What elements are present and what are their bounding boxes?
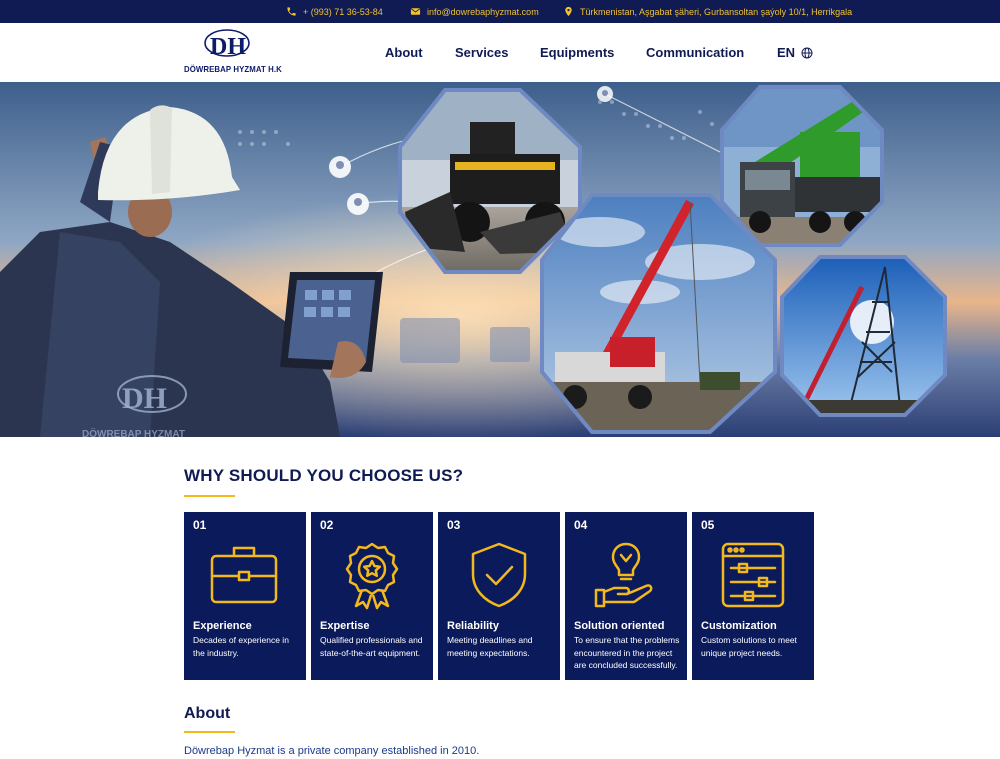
logo-brand-text: DÖWREBAP HYZMAT H.K (184, 64, 282, 74)
address-text: Türkmenistan, Aşgabat şäheri, Gurbansolt… (580, 6, 853, 17)
globe-icon (801, 47, 813, 58)
site-header: DH DÖWREBAP HYZMAT H.K About Services Eq… (0, 23, 1000, 82)
nav-communication[interactable]: Communication (646, 23, 744, 82)
card-description: Meeting deadlines and meeting expectatio… (447, 635, 533, 658)
card-description: Qualified professionals and state-of-the… (320, 635, 423, 658)
card-title: Solution oriented (574, 620, 665, 632)
address-contact[interactable]: Türkmenistan, Aşgabat şäheri, Gurbansolt… (563, 0, 852, 23)
about-text: Döwrebap Hyzmat is a private company est… (184, 745, 480, 757)
email-contact[interactable]: info@dowrebaphyzmat.com (410, 0, 539, 23)
card-title: Reliability (447, 620, 499, 632)
phone-icon (287, 7, 296, 16)
photo-red-crane (542, 195, 775, 432)
nav-about[interactable]: About (385, 23, 423, 82)
language-label: EN (777, 45, 796, 60)
photo-transmission-tower (782, 257, 945, 415)
settings-sliders-icon (721, 542, 785, 608)
card-description: Custom solutions to meet unique project … (701, 635, 797, 658)
language-selector[interactable]: EN (777, 23, 813, 82)
company-logo[interactable]: DH DÖWREBAP HYZMAT H.K (184, 27, 282, 75)
card-number: 03 (447, 518, 461, 532)
hero-banner: DH DÖWREBAP HYZMAT (0, 82, 1000, 437)
photo-green-crane-truck (722, 87, 882, 245)
card-title: Expertise (320, 620, 370, 632)
location-pin-icon (565, 6, 572, 17)
shirt-logo-text: DÖWREBAP HYZMAT (82, 427, 185, 437)
award-ribbon-icon (345, 542, 399, 610)
shirt-logo-monogram: DH (122, 382, 167, 415)
logo-monogram-text: DH (210, 34, 246, 60)
card-title: Customization (701, 620, 777, 632)
about-title: About (184, 705, 231, 722)
feature-card-experience: 01 Experience Decades of experience in t… (184, 512, 306, 680)
envelope-icon (410, 8, 421, 15)
why-title-underline (184, 495, 235, 497)
email-address: info@dowrebaphyzmat.com (427, 6, 539, 17)
phone-number: + (993) 71 36-53-84 (303, 6, 383, 17)
feature-card-reliability: 03 Reliability Meeting deadlines and mee… (438, 512, 560, 680)
card-number: 05 (701, 518, 715, 532)
lightbulb-hand-icon (594, 542, 653, 608)
feature-card-solution-oriented: 04 Solution oriented To ensure that the … (565, 512, 687, 680)
nav-services[interactable]: Services (455, 23, 509, 82)
card-number: 01 (193, 518, 207, 532)
nav-equipments[interactable]: Equipments (540, 23, 614, 82)
briefcase-icon (210, 546, 278, 604)
shield-check-icon (471, 542, 527, 608)
phone-contact[interactable]: + (993) 71 36-53-84 (286, 0, 383, 23)
why-choose-us-title: WHY SHOULD YOU CHOOSE US? (184, 466, 464, 485)
card-description: Decades of experience in the industry. (193, 635, 289, 658)
hero-illustration: DH DÖWREBAP HYZMAT (0, 82, 1000, 437)
about-title-underline (184, 731, 235, 733)
top-contact-bar: + (993) 71 36-53-84 info@dowrebaphyzmat.… (0, 0, 1000, 23)
feature-card-expertise: 02 Expertise Qualified professionals and… (311, 512, 433, 680)
card-title: Experience (193, 620, 252, 632)
feature-card-customization: 05 Customization Custom solutions to mee… (692, 512, 814, 680)
card-number: 04 (574, 518, 588, 532)
card-number: 02 (320, 518, 334, 532)
card-description: To ensure that the problems encountered … (574, 635, 680, 670)
logo-monogram-icon: DH (204, 29, 250, 60)
